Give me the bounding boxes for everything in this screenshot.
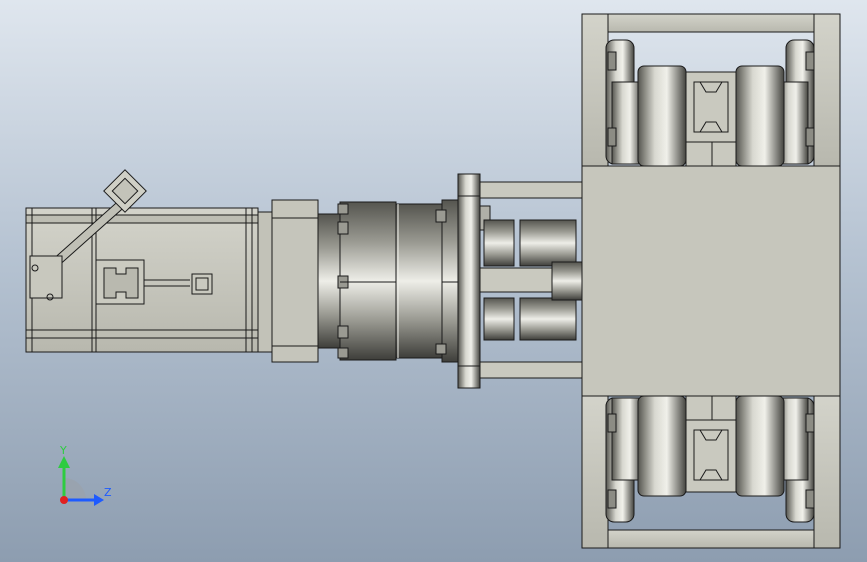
triad-icon: Y Z [58,444,112,506]
shaft-assembly [479,181,585,379]
bottom-wheel-assembly [605,395,815,523]
x-axis-dot [60,496,68,504]
coupling-flange [271,199,319,363]
model-canvas[interactable]: Y Z [0,0,867,562]
top-wheel-assembly [605,39,815,167]
servo-motor [25,169,273,353]
y-axis-label: Y [59,444,67,457]
cad-viewport[interactable]: Y Z [0,0,867,562]
gear-reducer [317,173,491,389]
z-axis-label: Z [104,486,112,499]
